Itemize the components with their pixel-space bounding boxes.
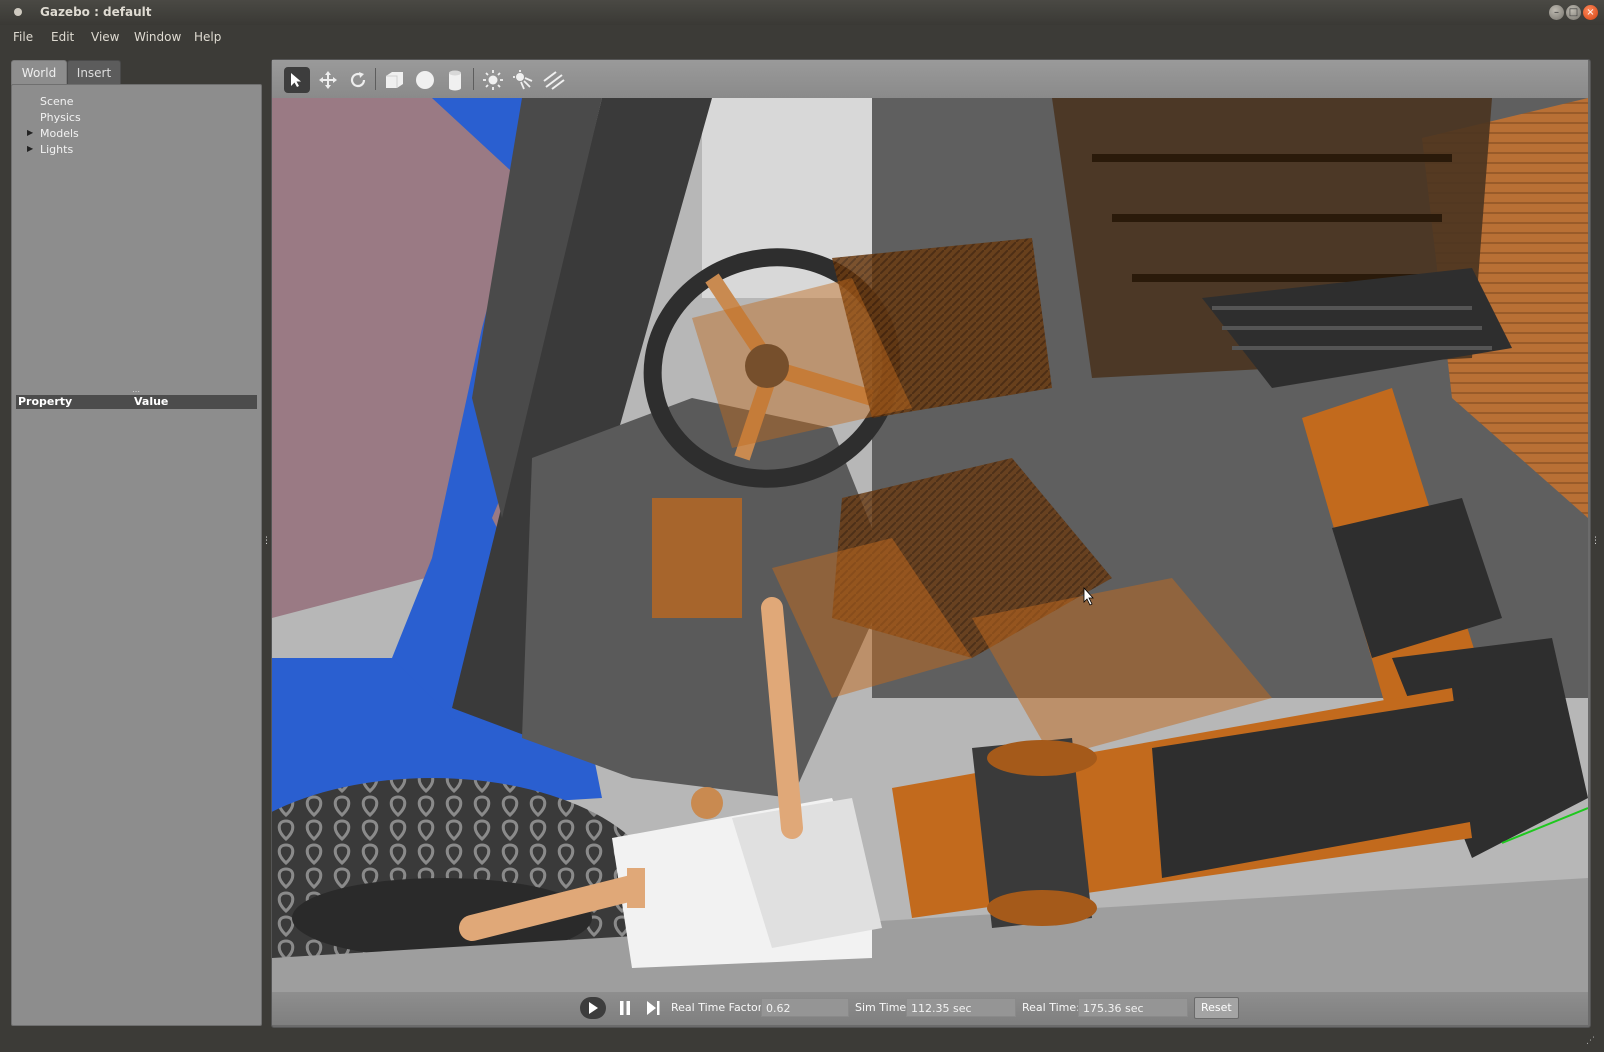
menu-help[interactable]: Help	[194, 30, 221, 44]
move-arrows-icon	[319, 71, 337, 89]
sphere-icon	[416, 71, 434, 89]
sun-icon	[483, 70, 503, 90]
play-icon	[589, 1002, 598, 1014]
tree-item-physics[interactable]: Physics	[40, 111, 81, 124]
expand-arrow-icon[interactable]: ▶	[27, 144, 33, 153]
pause-icon	[620, 1001, 630, 1015]
close-button[interactable]: ×	[1583, 5, 1598, 20]
3d-viewport[interactable]	[272, 98, 1588, 992]
right-panel-splitter[interactable]: ⋮	[1591, 536, 1600, 550]
sim-time-value: 112.35 sec	[906, 998, 1016, 1017]
window-resize-grip[interactable]: ⋰	[1586, 1036, 1596, 1046]
real-time-label: Real Time:	[1022, 1001, 1080, 1014]
arrow-cursor-icon	[291, 73, 301, 87]
select-tool-button[interactable]	[284, 67, 310, 93]
tab-insert[interactable]: Insert	[67, 60, 121, 85]
left-panel-splitter[interactable]: ⋮	[262, 536, 271, 550]
point-light-button[interactable]	[480, 67, 506, 93]
cylinder-shape-button[interactable]	[442, 67, 468, 93]
step-forward-icon	[647, 1001, 660, 1015]
maximize-button[interactable]: □	[1566, 5, 1581, 20]
minimize-button[interactable]: –	[1549, 5, 1564, 20]
tree-item-scene[interactable]: Scene	[40, 95, 74, 108]
menu-window[interactable]: Window	[134, 30, 181, 44]
play-button[interactable]	[580, 997, 606, 1019]
spotlight-icon	[513, 70, 533, 90]
sim-time-label: Sim Time:	[855, 1001, 910, 1014]
window-title: Gazebo : default	[40, 5, 152, 19]
viewport-toolbar	[272, 60, 1588, 98]
tab-world[interactable]: World	[11, 60, 67, 85]
expand-arrow-icon[interactable]: ▶	[27, 128, 33, 137]
box-icon	[386, 72, 403, 88]
property-table-header: Property Value	[16, 395, 257, 409]
world-panel: Scene Physics ▶ Models ▶ Lights ⋯ Property…	[11, 84, 262, 1026]
rotate-tool-button[interactable]	[345, 67, 371, 93]
reset-time-button[interactable]: Reset	[1194, 997, 1239, 1019]
panel-split-handle[interactable]: ⋯	[130, 388, 142, 396]
directional-light-button[interactable]	[541, 67, 567, 93]
tree-item-models[interactable]: ▶ Models	[27, 127, 79, 140]
cylinder-icon	[449, 70, 461, 91]
menu-bar: File Edit View Window Help	[0, 25, 1604, 49]
spot-light-button[interactable]	[510, 67, 536, 93]
simulation-status-bar: Real Time Factor: 0.62 Sim Time: 112.35 …	[272, 992, 1588, 1025]
menu-file[interactable]: File	[13, 30, 33, 44]
toolbar-separator	[375, 68, 376, 90]
real-time-value: 175.36 sec	[1078, 998, 1188, 1017]
translate-tool-button[interactable]	[315, 67, 341, 93]
directional-light-icon	[543, 71, 565, 90]
real-time-factor-label: Real Time Factor:	[671, 1001, 766, 1014]
toolbar-separator	[473, 68, 474, 90]
menu-edit[interactable]: Edit	[51, 30, 74, 44]
sphere-shape-button[interactable]	[412, 67, 438, 93]
step-button[interactable]	[640, 997, 666, 1019]
real-time-factor-value: 0.62	[761, 998, 849, 1017]
box-shape-button[interactable]	[381, 67, 407, 93]
menu-view[interactable]: View	[91, 30, 119, 44]
property-column-header: Property	[18, 395, 73, 408]
rotate-icon	[350, 72, 366, 88]
scene-render	[272, 98, 1588, 992]
tree-item-lights[interactable]: ▶ Lights	[27, 143, 73, 156]
value-column-header: Value	[134, 395, 169, 408]
pause-button[interactable]	[612, 997, 638, 1019]
window-menu-icon[interactable]	[14, 8, 22, 16]
title-bar: Gazebo : default – □ ×	[0, 0, 1604, 25]
